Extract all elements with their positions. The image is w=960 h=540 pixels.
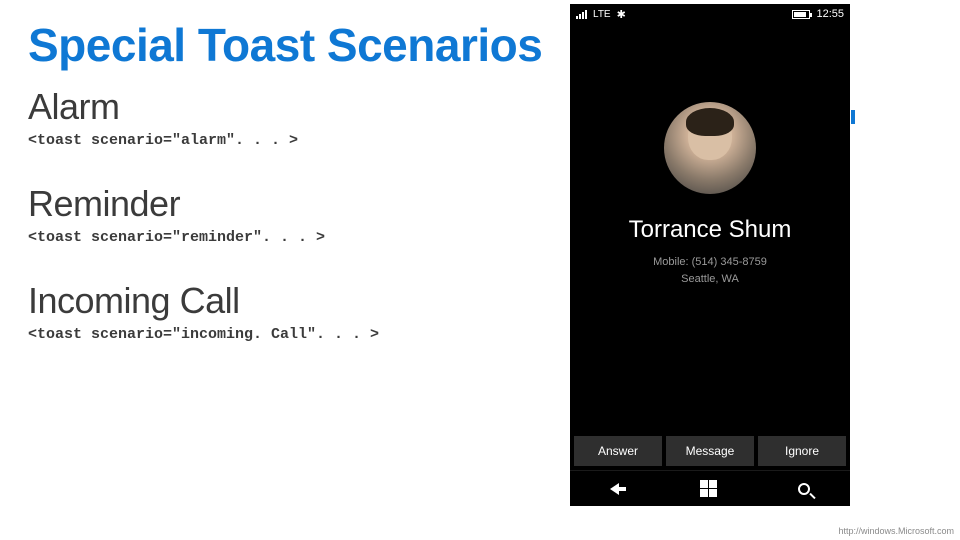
message-button[interactable]: Message: [666, 436, 754, 466]
accent-stripe: [851, 110, 855, 124]
slide: Special Toast Scenarios Alarm <toast sce…: [0, 0, 960, 540]
battery-icon: [792, 10, 810, 19]
back-icon[interactable]: [610, 483, 619, 495]
caller-name: Torrance Shum: [629, 216, 792, 244]
answer-button[interactable]: Answer: [574, 436, 662, 466]
caller-location-line: Seattle, WA: [653, 271, 767, 288]
ignore-button[interactable]: Ignore: [758, 436, 846, 466]
caller-phone-line: Mobile: (514) 345-8759: [653, 254, 767, 271]
footer-url: http://windows.Microsoft.com: [838, 526, 954, 536]
signal-icon: [576, 9, 587, 19]
status-left: LTE ✱: [576, 8, 626, 21]
windows-icon[interactable]: [700, 480, 717, 497]
caller-avatar: [664, 102, 756, 194]
network-label: LTE: [593, 9, 611, 20]
phone-navbar: [570, 470, 850, 506]
phone-body: Torrance Shum Mobile: (514) 345-8759 Sea…: [570, 24, 850, 436]
clock: 12:55: [816, 8, 844, 20]
phone-statusbar: LTE ✱ 12:55: [570, 4, 850, 24]
bluetooth-icon: ✱: [617, 8, 626, 21]
call-actions: Answer Message Ignore: [570, 436, 850, 470]
phone-mockup: LTE ✱ 12:55 Torrance Shum Mobile: (514) …: [570, 4, 850, 506]
caller-details: Mobile: (514) 345-8759 Seattle, WA: [653, 254, 767, 287]
search-nav-icon[interactable]: [798, 483, 810, 495]
status-right: 12:55: [792, 8, 844, 20]
